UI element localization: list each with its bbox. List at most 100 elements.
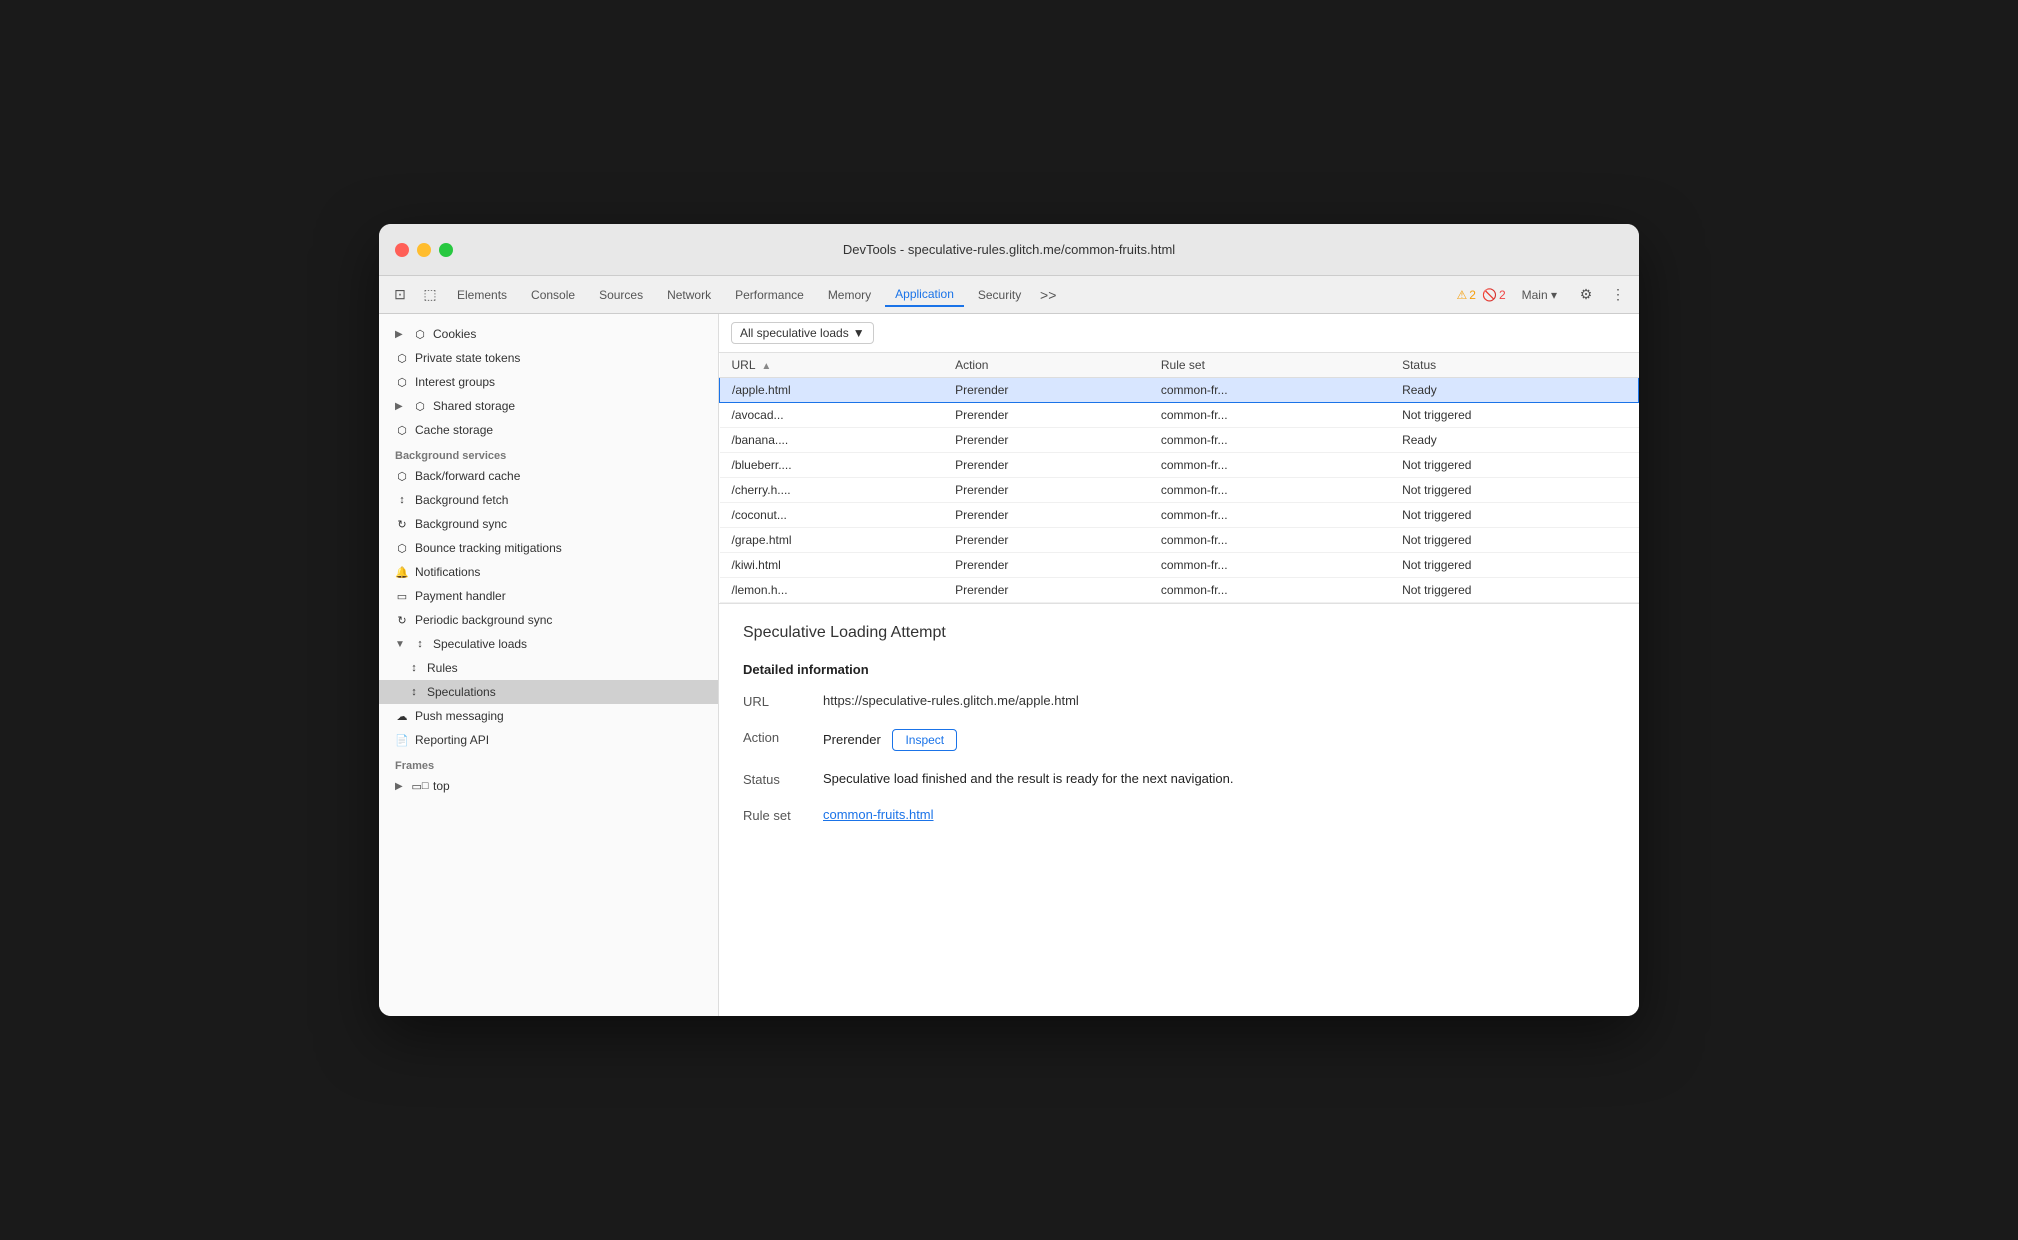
cell-action: Prerender (943, 428, 1149, 453)
cell-url: /coconut... (720, 503, 944, 528)
more-options-icon[interactable]: ⋮ (1605, 282, 1631, 308)
sidebar-label-reporting-api: Reporting API (415, 733, 489, 747)
sidebar-item-cookies[interactable]: ▶ Cookies (379, 322, 718, 346)
settings-icon[interactable]: ⚙ (1573, 282, 1599, 308)
cell-status: Not triggered (1390, 478, 1638, 503)
table-row[interactable]: /apple.html Prerender common-fr... Ready (720, 378, 1639, 403)
sidebar-label-background-fetch: Background fetch (415, 493, 508, 507)
maximize-button[interactable] (439, 243, 453, 257)
table-row[interactable]: /kiwi.html Prerender common-fr... Not tr… (720, 553, 1639, 578)
sidebar-item-shared-storage[interactable]: ▶ Shared storage (379, 394, 718, 418)
detail-value-ruleset: common-fruits.html (823, 807, 1615, 822)
sidebar-label-cache-storage: Cache storage (415, 423, 493, 437)
table-row[interactable]: /avocad... Prerender common-fr... Not tr… (720, 403, 1639, 428)
tab-application[interactable]: Application (885, 283, 964, 307)
dropdown-icon: ▼ (853, 326, 865, 340)
tab-memory[interactable]: Memory (818, 284, 881, 306)
db-icon (413, 327, 427, 341)
cell-status: Not triggered (1390, 503, 1638, 528)
content-panel: All speculative loads ▼ URL ▲ (719, 314, 1639, 1016)
cell-status: Not triggered (1390, 453, 1638, 478)
cell-url: /cherry.h.... (720, 478, 944, 503)
more-tabs-icon[interactable]: >> (1035, 282, 1061, 308)
sidebar-label-background-sync: Background sync (415, 517, 507, 531)
cloud-icon (395, 709, 409, 723)
detail-label-ruleset: Rule set (743, 807, 823, 823)
traffic-lights (395, 243, 453, 257)
sidebar-item-background-fetch[interactable]: Background fetch (379, 488, 718, 512)
sidebar: ▶ Cookies Private state tokens Interest … (379, 314, 719, 1016)
sidebar-item-speculations[interactable]: Speculations (379, 680, 718, 704)
tab-performance[interactable]: Performance (725, 284, 814, 306)
sidebar-item-notifications[interactable]: Notifications (379, 560, 718, 584)
arrow-icon (407, 661, 421, 675)
doc-icon (395, 733, 409, 747)
sidebar-item-cache-storage[interactable]: Cache storage (379, 418, 718, 442)
table-row[interactable]: /cherry.h.... Prerender common-fr... Not… (720, 478, 1639, 503)
card-icon (395, 589, 409, 603)
sidebar-item-interest-groups[interactable]: Interest groups (379, 370, 718, 394)
cell-ruleset: common-fr... (1149, 503, 1390, 528)
tab-console[interactable]: Console (521, 284, 585, 306)
close-button[interactable] (395, 243, 409, 257)
table-row[interactable]: /coconut... Prerender common-fr... Not t… (720, 503, 1639, 528)
cell-url: /grape.html (720, 528, 944, 553)
sidebar-item-periodic-background-sync[interactable]: Periodic background sync (379, 608, 718, 632)
tab-security[interactable]: Security (968, 284, 1031, 306)
detail-row-action: Action Prerender Inspect (743, 729, 1615, 751)
sidebar-label-periodic-background-sync: Periodic background sync (415, 613, 552, 627)
sidebar-label-push-messaging: Push messaging (415, 709, 504, 723)
inspect-element-icon[interactable]: ⊡ (387, 282, 413, 308)
tab-elements[interactable]: Elements (447, 284, 517, 306)
filter-dropdown[interactable]: All speculative loads ▼ (731, 322, 874, 344)
arrow-icon (407, 685, 421, 699)
sidebar-item-payment-handler[interactable]: Payment handler (379, 584, 718, 608)
warning-badge[interactable]: ⚠ 2 (1457, 288, 1476, 302)
sidebar-label-notifications: Notifications (415, 565, 480, 579)
detail-title: Speculative Loading Attempt (743, 624, 1615, 642)
sidebar-item-push-messaging[interactable]: Push messaging (379, 704, 718, 728)
sidebar-item-top-frame[interactable]: ▶ □ top (379, 774, 718, 798)
cell-action: Prerender (943, 453, 1149, 478)
cell-ruleset: common-fr... (1149, 378, 1390, 403)
cell-status: Ready (1390, 428, 1638, 453)
col-url[interactable]: URL ▲ (720, 353, 944, 378)
sidebar-item-speculative-loads[interactable]: Speculative loads (379, 632, 718, 656)
cell-ruleset: common-fr... (1149, 528, 1390, 553)
tab-network[interactable]: Network (657, 284, 721, 306)
table-row[interactable]: /banana.... Prerender common-fr... Ready (720, 428, 1639, 453)
error-badge[interactable]: 🚫 2 (1482, 288, 1506, 302)
bell-icon (395, 565, 409, 579)
inspect-button[interactable]: Inspect (892, 729, 957, 751)
table-row[interactable]: /grape.html Prerender common-fr... Not t… (720, 528, 1639, 553)
filter-label: All speculative loads (740, 326, 849, 340)
arrow-icon (413, 637, 427, 651)
cell-status: Not triggered (1390, 553, 1638, 578)
device-mode-icon[interactable]: ⬚ (417, 282, 443, 308)
sidebar-item-private-state-tokens[interactable]: Private state tokens (379, 346, 718, 370)
cell-ruleset: common-fr... (1149, 553, 1390, 578)
db-icon (395, 541, 409, 555)
sidebar-label-interest-groups: Interest groups (415, 375, 495, 389)
sidebar-label-private-state-tokens: Private state tokens (415, 351, 520, 365)
sidebar-item-rules[interactable]: Rules (379, 656, 718, 680)
col-action: Action (943, 353, 1149, 378)
sync-icon (395, 517, 409, 531)
speculations-table: URL ▲ Action Rule set Status /apple.html… (719, 353, 1639, 604)
sidebar-item-bounce-tracking[interactable]: Bounce tracking mitigations (379, 536, 718, 560)
titlebar: DevTools - speculative-rules.glitch.me/c… (379, 224, 1639, 276)
ruleset-link[interactable]: common-fruits.html (823, 807, 934, 822)
cell-url: /blueberr.... (720, 453, 944, 478)
table-row[interactable]: /blueberr.... Prerender common-fr... Not… (720, 453, 1639, 478)
minimize-button[interactable] (417, 243, 431, 257)
cell-action: Prerender (943, 553, 1149, 578)
sidebar-label-payment-handler: Payment handler (415, 589, 506, 603)
table-row[interactable]: /lemon.h... Prerender common-fr... Not t… (720, 578, 1639, 603)
chevron-down-icon (395, 639, 407, 650)
warning-icon: ⚠ (1457, 288, 1468, 302)
tab-sources[interactable]: Sources (589, 284, 653, 306)
sidebar-item-background-sync[interactable]: Background sync (379, 512, 718, 536)
main-dropdown[interactable]: Main ▾ (1512, 284, 1567, 306)
sidebar-item-back-forward-cache[interactable]: Back/forward cache (379, 464, 718, 488)
sidebar-item-reporting-api[interactable]: Reporting API (379, 728, 718, 752)
